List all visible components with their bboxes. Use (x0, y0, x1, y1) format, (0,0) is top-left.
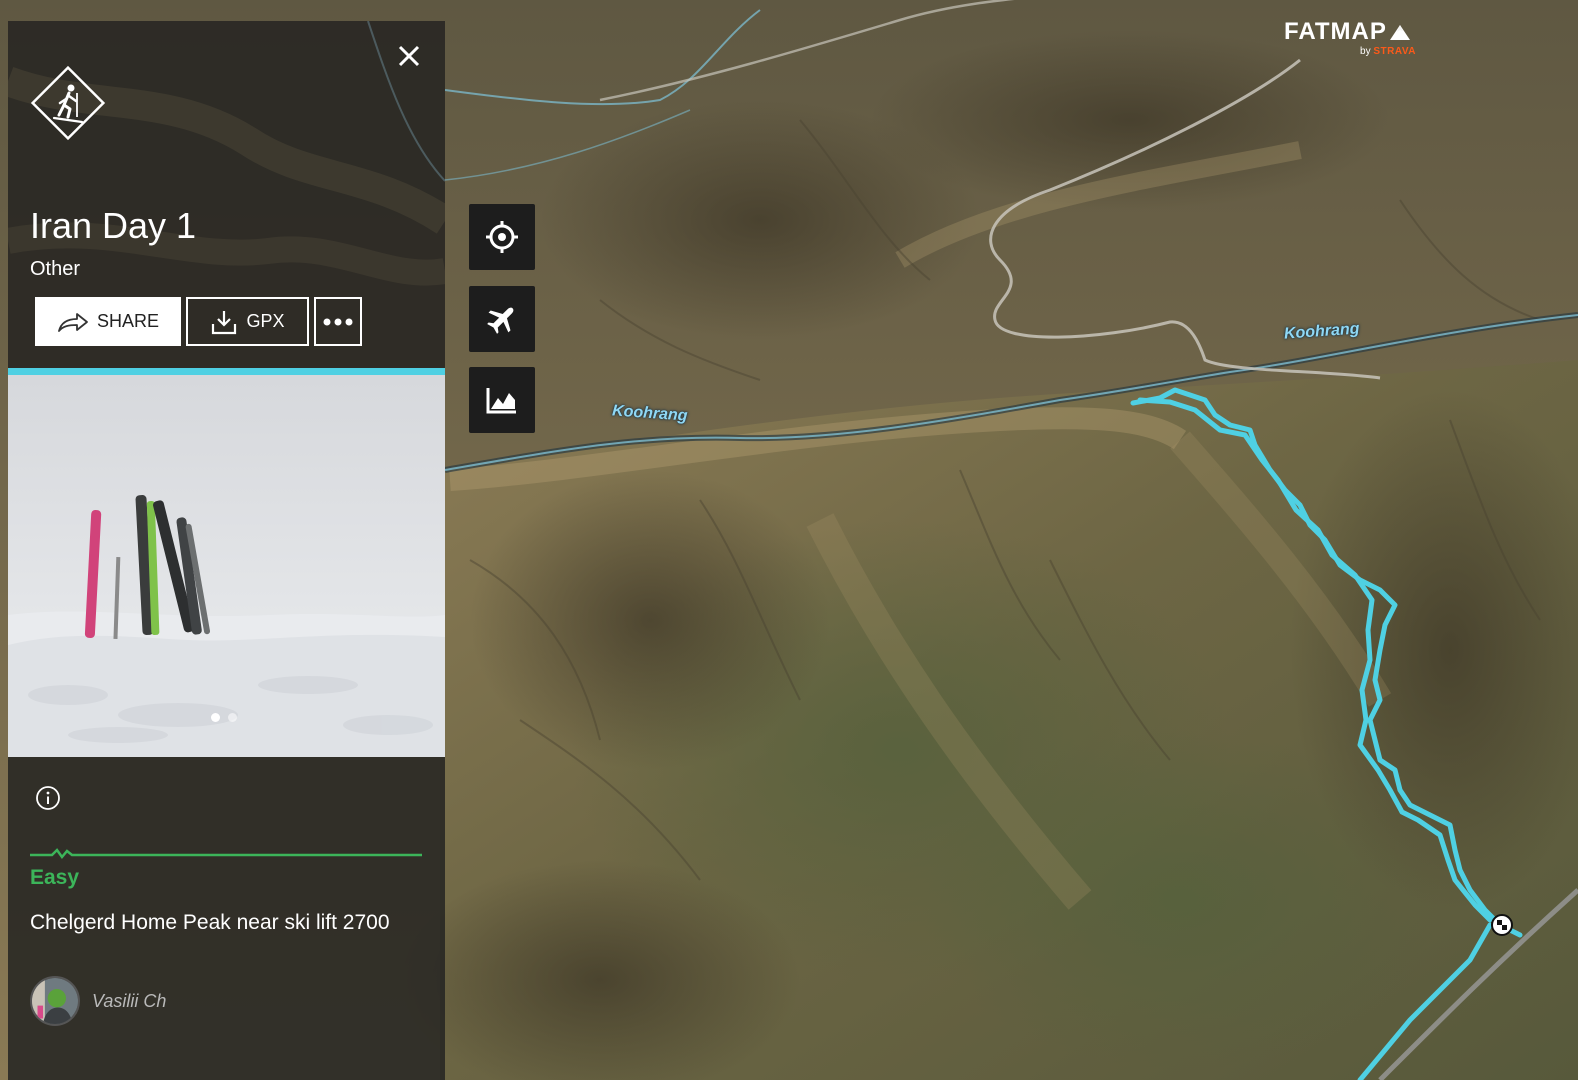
elevation-profile-button[interactable] (469, 367, 535, 433)
accent-divider (8, 368, 445, 375)
author-name: Vasilii Ch (92, 990, 167, 1011)
info-icon[interactable] (35, 785, 61, 811)
route-type: Other (30, 258, 81, 280)
avatar (30, 976, 80, 1026)
share-label: SHARE (96, 311, 159, 331)
brand-logo: FATMAP by STRAVA (1284, 18, 1424, 66)
brand-by: by (1360, 46, 1371, 57)
mountain-logo-icon (1389, 25, 1410, 40)
finish-marker (1491, 914, 1513, 936)
elevation-chart-icon (486, 388, 516, 414)
locate-button[interactable] (469, 204, 535, 270)
route-detail-panel: Iran Day 1 Other SHARE GPX Easy Chelgerd… (8, 21, 445, 1080)
close-icon (398, 45, 420, 67)
more-icon (323, 318, 353, 325)
difficulty-label: Easy (30, 866, 80, 889)
close-button[interactable] (392, 39, 426, 73)
photo-dot-1[interactable] (211, 713, 220, 722)
route-title: Iran Day 1 (30, 205, 197, 246)
share-button[interactable]: SHARE (35, 297, 181, 346)
gpx-download-button[interactable]: GPX (186, 297, 309, 346)
difficulty-indicator (30, 848, 422, 860)
photo-pagination (211, 713, 237, 722)
airplane-icon (487, 307, 514, 334)
share-icon (58, 312, 88, 332)
author-link[interactable]: Vasilii Ch (30, 976, 166, 1026)
download-icon (212, 310, 237, 334)
crosshair-icon (486, 221, 518, 253)
more-options-button[interactable] (314, 297, 362, 346)
brand-partner: STRAVA (1373, 46, 1416, 57)
fly-button[interactable] (469, 286, 535, 352)
route-description: Chelgerd Home Peak near ski lift 2700 (30, 911, 390, 934)
brand-name: FATMAP (1284, 18, 1387, 45)
action-buttons: SHARE GPX (35, 297, 362, 346)
photo-dot-2[interactable] (228, 713, 237, 722)
ski-touring-icon (30, 65, 106, 141)
gpx-label: GPX (246, 311, 285, 331)
route-photo[interactable] (8, 375, 445, 757)
